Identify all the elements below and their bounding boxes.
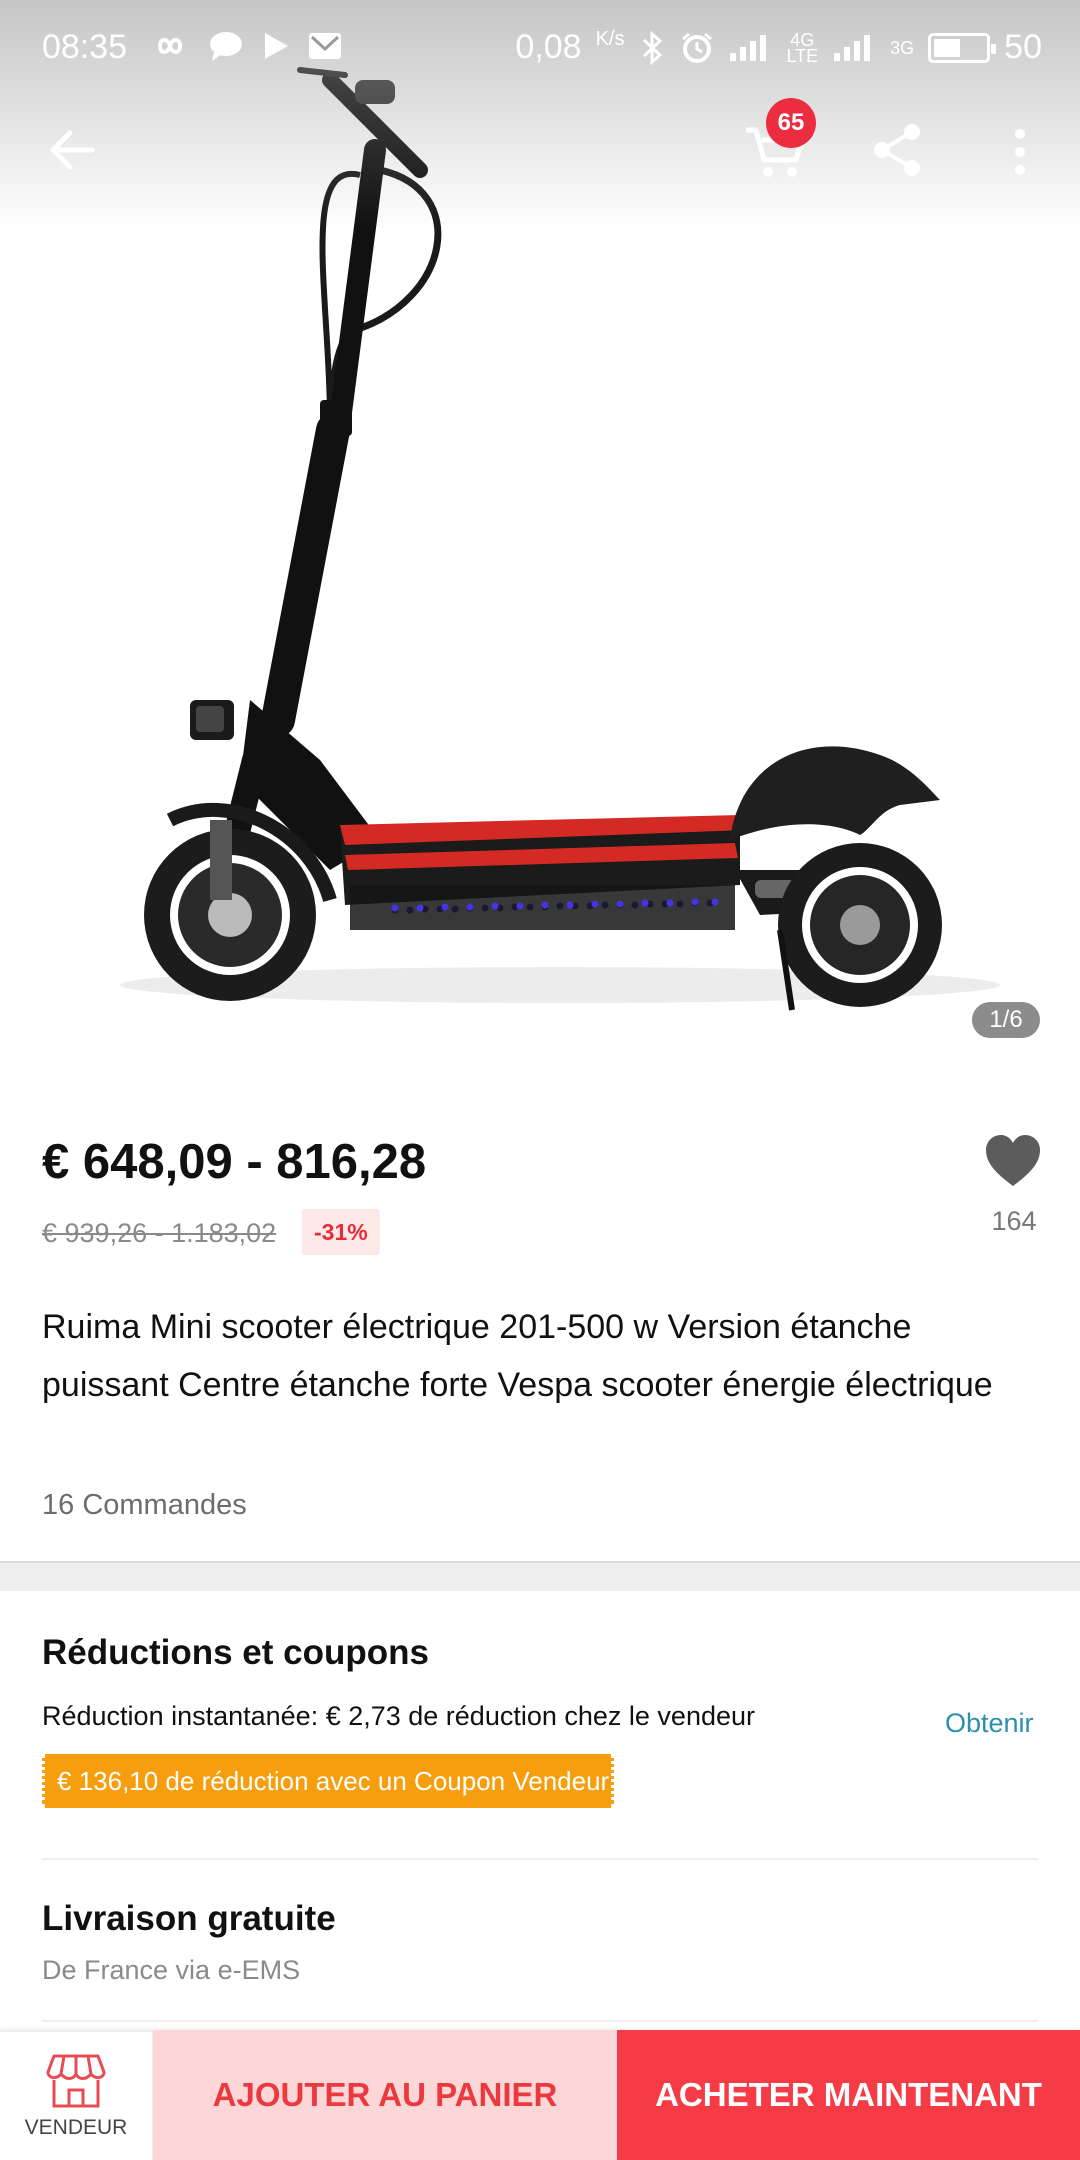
orders-count: 16 Commandes [42, 1489, 247, 1521]
original-price: € 939,26 - 1.183,02 [42, 1218, 277, 1248]
discount-badge: -31% [302, 1209, 380, 1255]
battery-icon [928, 32, 997, 63]
bluetooth-icon [643, 30, 663, 65]
seller-button-label: VENDEUR [24, 2116, 128, 2139]
network-type-4g: 4G LTE [786, 29, 819, 66]
section-divider [0, 1561, 1080, 1591]
product-screen: 08:35 0,08 K/s 4G LTE 3G 50 65 1/6 € 648… [0, 0, 1080, 2160]
add-to-cart-button[interactable]: AJOUTER AU PANIER [153, 2030, 617, 2160]
status-system-icons: 0,08 K/s 4G LTE 3G 50 [515, 28, 1042, 67]
top-navigation-bar: 65 [0, 98, 1080, 200]
bottom-action-bar: VENDEUR AJOUTER AU PANIER ACHETER MAINTE… [0, 2030, 1080, 2160]
cart-count-badge[interactable]: 65 [766, 98, 816, 148]
play-icon [265, 33, 288, 59]
infinity-icon [157, 38, 183, 54]
mail-icon [309, 33, 341, 59]
store-icon [46, 2054, 106, 2108]
obtain-coupon-link[interactable]: Obtenir [945, 1708, 1034, 1739]
back-arrow-icon[interactable] [44, 122, 100, 178]
product-title: Ruima Mini scooter électrique 201-500 w … [42, 1308, 993, 1404]
divider-line [42, 2020, 1038, 2022]
network-speed: 0,08 [515, 28, 582, 66]
share-icon[interactable] [870, 120, 924, 180]
shipping-origin: De France via e-EMS [42, 1955, 301, 1985]
buy-now-button[interactable]: ACHETER MAINTENANT [617, 2030, 1080, 2160]
product-price: € 648,09 - 816,28 [42, 1135, 427, 1189]
status-notification-icons [150, 30, 342, 62]
gallery-page-indicator: 1/6 [972, 1002, 1040, 1038]
wishlist-heart-icon[interactable] [984, 1134, 1042, 1190]
more-options-icon[interactable] [1000, 122, 1040, 182]
seller-coupon-tag[interactable]: € 136,10 de réduction avec un Coupon Ven… [42, 1754, 614, 1808]
instant-discount-text: Réduction instantanée: € 2,73 de réducti… [42, 1701, 755, 1731]
signal-strength-icon-2 [834, 34, 871, 61]
network-speed-unit: K/s [595, 28, 625, 50]
signal-strength-icon [730, 34, 767, 61]
divider-line [42, 1858, 1038, 1860]
seller-store-button[interactable]: VENDEUR [0, 2030, 153, 2160]
status-time: 08:35 [42, 28, 128, 66]
battery-level: 50 [1004, 28, 1042, 66]
status-bar: 08:35 0,08 K/s 4G LTE 3G 50 [0, 0, 1080, 96]
alarm-icon [682, 32, 713, 63]
chat-bubble-icon [210, 32, 242, 61]
shipping-title[interactable]: Livraison gratuite [42, 1899, 336, 1939]
coupons-section-title: Réductions et coupons [42, 1633, 429, 1672]
product-image-gallery[interactable]: 08:35 0,08 K/s 4G LTE 3G 50 65 1/6 [0, 0, 1080, 1080]
network-type-3g: 3G [890, 37, 915, 58]
wishlist-count: 164 [991, 1206, 1037, 1236]
